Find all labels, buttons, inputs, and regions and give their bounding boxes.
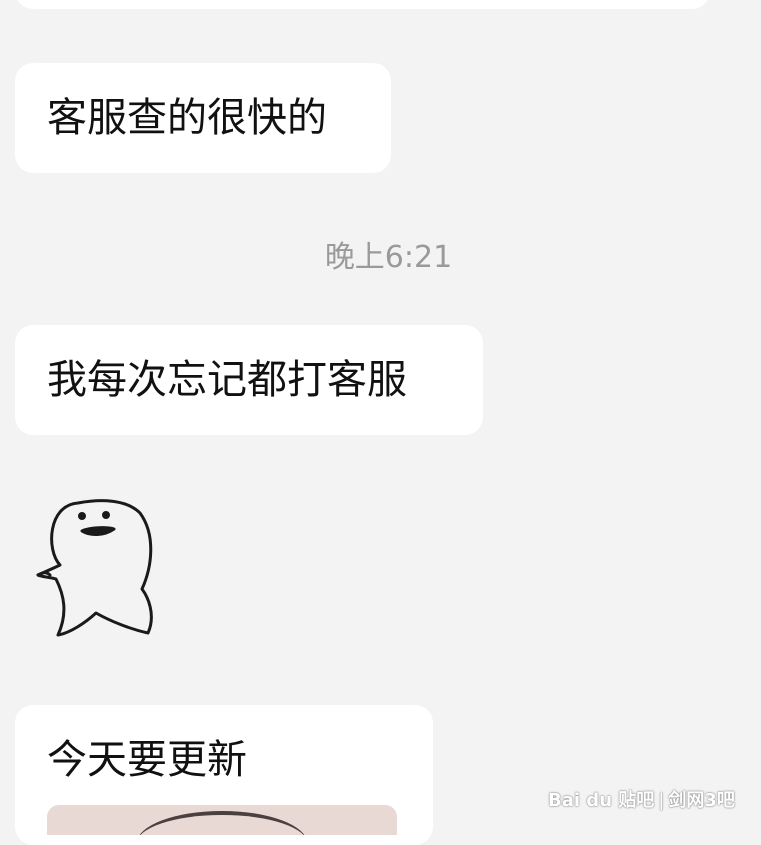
baidu-tieba-watermark: Bai du 贴吧 | 剑网3吧 bbox=[548, 790, 735, 811]
message-text: 客服查的很快的 bbox=[47, 95, 327, 141]
chat-message-bubble[interactable]: 客服查的很快的 bbox=[15, 63, 391, 173]
watermark-forum: 剑网3吧 bbox=[668, 790, 735, 811]
chat-message-bubble[interactable]: 我每次忘记都打客服 bbox=[15, 325, 483, 435]
message-text: 今天要更新 bbox=[47, 737, 247, 783]
waving-blob-sticker-icon[interactable] bbox=[30, 495, 160, 645]
message-timestamp: 晚上6:21 bbox=[324, 240, 453, 275]
watermark-brand: Bai du 贴吧 bbox=[548, 790, 655, 811]
previous-message-bubble[interactable] bbox=[15, 0, 710, 9]
image-attachment-preview[interactable] bbox=[47, 805, 397, 835]
message-text: 我每次忘记都打客服 bbox=[47, 357, 407, 403]
